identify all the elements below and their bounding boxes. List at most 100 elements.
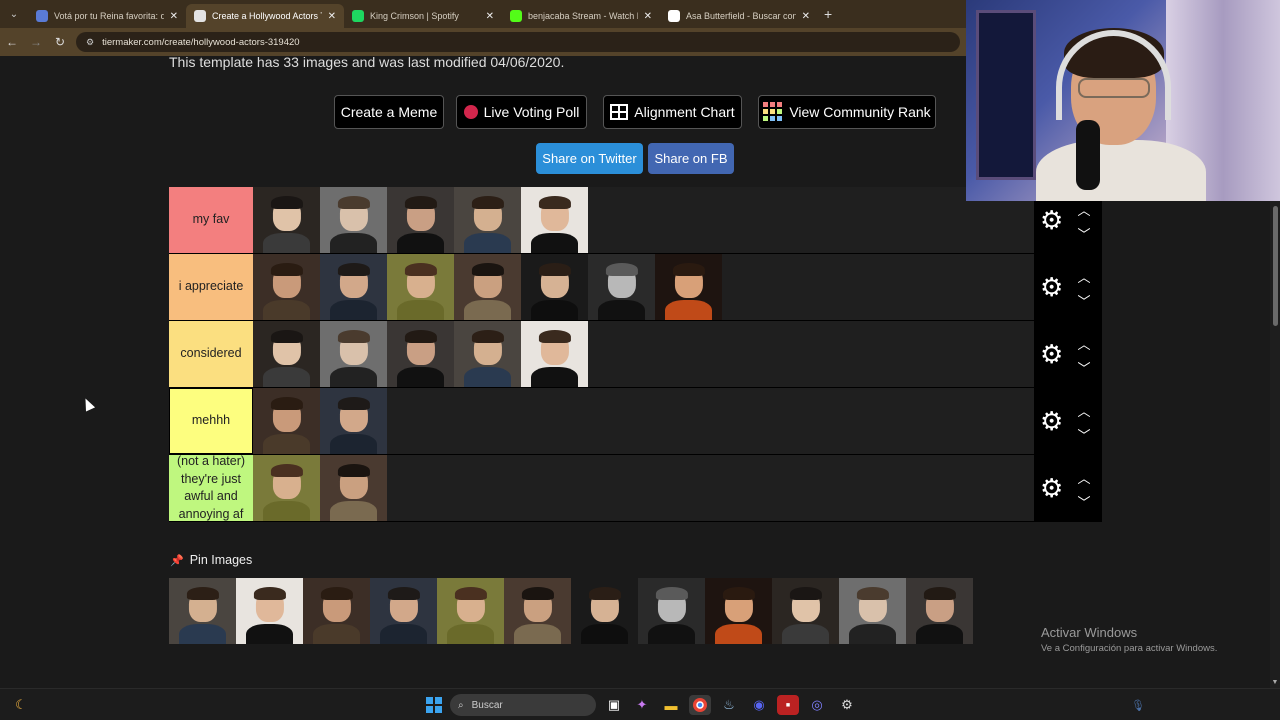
actor-image[interactable]	[588, 254, 655, 320]
share-fb-button[interactable]: Share on FB	[648, 143, 734, 174]
browser-tab[interactable]: King Crimson | Spotify ✕	[344, 4, 502, 28]
actor-image[interactable]	[521, 254, 588, 320]
chevron-down-icon[interactable]: ﹀	[1074, 291, 1094, 310]
settings-gear-icon[interactable]: ⚙	[836, 695, 858, 715]
chevron-down-icon[interactable]: ﹀	[1074, 425, 1094, 444]
tab-list-button[interactable]: ⌄	[0, 0, 28, 28]
obs-icon[interactable]: ◎	[806, 695, 828, 715]
actor-image[interactable]	[454, 254, 521, 320]
close-tab-icon[interactable]: ✕	[486, 11, 494, 22]
tab-title: Create a Hollywood Actors Tier	[212, 11, 322, 21]
actor-image[interactable]	[705, 578, 772, 644]
close-tab-icon[interactable]: ✕	[328, 11, 336, 22]
close-tab-icon[interactable]: ✕	[644, 11, 652, 22]
chevron-down-icon[interactable]: ﹀	[1074, 224, 1094, 243]
tier-label[interactable]: (not a hater) they're just awful and ann…	[169, 454, 253, 521]
actor-image[interactable]	[320, 187, 387, 253]
chevron-up-icon[interactable]: ︿	[1074, 200, 1094, 219]
chevron-up-icon[interactable]: ︿	[1074, 468, 1094, 487]
actor-image[interactable]	[387, 254, 454, 320]
tier-items	[253, 321, 1034, 387]
forward-button[interactable]: →	[24, 35, 48, 49]
actor-image[interactable]	[253, 455, 320, 521]
tier-label[interactable]: i appreciate	[169, 254, 253, 320]
actor-image[interactable]	[370, 578, 437, 644]
scrollbar-thumb[interactable]	[1273, 206, 1278, 326]
address-bar[interactable]: ⚙ tiermaker.com/create/hollywood-actors-…	[76, 32, 960, 52]
create-meme-label: Create a Meme	[340, 104, 438, 120]
close-tab-icon[interactable]: ✕	[802, 11, 810, 22]
actor-image[interactable]	[454, 321, 521, 387]
browser-tab[interactable]: Create a Hollywood Actors Tier ✕	[186, 4, 344, 28]
actor-image[interactable]	[320, 388, 387, 454]
actor-image[interactable]	[387, 321, 454, 387]
tier-label[interactable]: considered	[169, 321, 253, 387]
reload-button[interactable]: ↻	[48, 35, 72, 49]
chrome-icon[interactable]	[689, 695, 711, 715]
microphone-tray-icon[interactable]: 🎙	[1127, 695, 1149, 715]
actor-image[interactable]	[320, 254, 387, 320]
actor-image[interactable]	[839, 578, 906, 644]
gear-icon[interactable]: ⚙	[1040, 408, 1063, 434]
task-view-icon[interactable]: ▣	[603, 695, 625, 715]
actor-image[interactable]	[253, 388, 320, 454]
browser-tab[interactable]: benjacaba Stream - Watch Live ✕	[502, 4, 660, 28]
community-rank-label: View Community Rank	[789, 104, 931, 120]
site-info-icon[interactable]: ⚙	[86, 37, 94, 48]
actor-image[interactable]	[169, 578, 236, 644]
scroll-down-arrow-icon[interactable]: ▼	[1270, 679, 1280, 686]
create-meme-button[interactable]: Create a Meme	[334, 95, 444, 129]
browser-tab[interactable]: Votá por tu Reina favorita: qué ✕	[28, 4, 186, 28]
webcam-person-torso	[1036, 140, 1206, 201]
tier-label[interactable]: my fav	[169, 187, 253, 253]
browser-tab[interactable]: Asa Butterfield - Buscar con Go ✕	[660, 4, 818, 28]
tier-row: considered ⚙ ︿ ﹀	[169, 321, 1102, 388]
start-button[interactable]	[423, 695, 445, 715]
discord-icon[interactable]: ◉	[748, 695, 770, 715]
actor-image[interactable]	[236, 578, 303, 644]
actor-image[interactable]	[320, 321, 387, 387]
actor-image[interactable]	[303, 578, 370, 644]
actor-image[interactable]	[571, 578, 638, 644]
alignment-chart-button[interactable]: Alignment Chart	[603, 95, 742, 129]
actor-image[interactable]	[504, 578, 571, 644]
app-icon[interactable]: ■	[777, 695, 799, 715]
new-tab-button[interactable]: +	[824, 6, 832, 22]
gear-icon[interactable]: ⚙	[1040, 274, 1063, 300]
copilot-icon[interactable]: ✦	[631, 695, 653, 715]
steam-icon[interactable]: ♨	[718, 695, 740, 715]
pin-images-header[interactable]: 📌 Pin Images	[170, 553, 252, 567]
actor-image[interactable]	[253, 321, 320, 387]
actor-image[interactable]	[253, 254, 320, 320]
actor-image[interactable]	[772, 578, 839, 644]
chevron-up-icon[interactable]: ︿	[1074, 267, 1094, 286]
chevron-up-icon[interactable]: ︿	[1074, 401, 1094, 420]
tab-favicon-icon	[510, 10, 522, 22]
actor-image[interactable]	[437, 578, 504, 644]
chevron-down-icon[interactable]: ﹀	[1074, 358, 1094, 377]
actor-image[interactable]	[638, 578, 705, 644]
share-twitter-button[interactable]: Share on Twitter	[536, 143, 643, 174]
community-rank-button[interactable]: View Community Rank	[758, 95, 936, 129]
record-dot-icon	[463, 105, 478, 119]
actor-image[interactable]	[521, 321, 588, 387]
gear-icon[interactable]: ⚙	[1040, 475, 1063, 501]
back-button[interactable]: ←	[0, 35, 24, 49]
chevron-down-icon[interactable]: ﹀	[1074, 492, 1094, 511]
gear-icon[interactable]: ⚙	[1040, 207, 1063, 233]
actor-image[interactable]	[906, 578, 973, 644]
weather-moon-icon[interactable]: ☾	[10, 695, 32, 715]
actor-image[interactable]	[655, 254, 722, 320]
actor-image[interactable]	[387, 187, 454, 253]
close-tab-icon[interactable]: ✕	[170, 11, 178, 22]
actor-image[interactable]	[253, 187, 320, 253]
actor-image[interactable]	[454, 187, 521, 253]
live-voting-poll-button[interactable]: Live Voting Poll	[456, 95, 587, 129]
actor-image[interactable]	[320, 455, 387, 521]
taskbar-search[interactable]: ⌕ Buscar	[450, 694, 596, 716]
gear-icon[interactable]: ⚙	[1040, 341, 1063, 367]
file-explorer-icon[interactable]: ▬	[660, 695, 682, 715]
tier-label[interactable]: mehhh	[169, 388, 253, 454]
chevron-up-icon[interactable]: ︿	[1074, 334, 1094, 353]
actor-image[interactable]	[521, 187, 588, 253]
